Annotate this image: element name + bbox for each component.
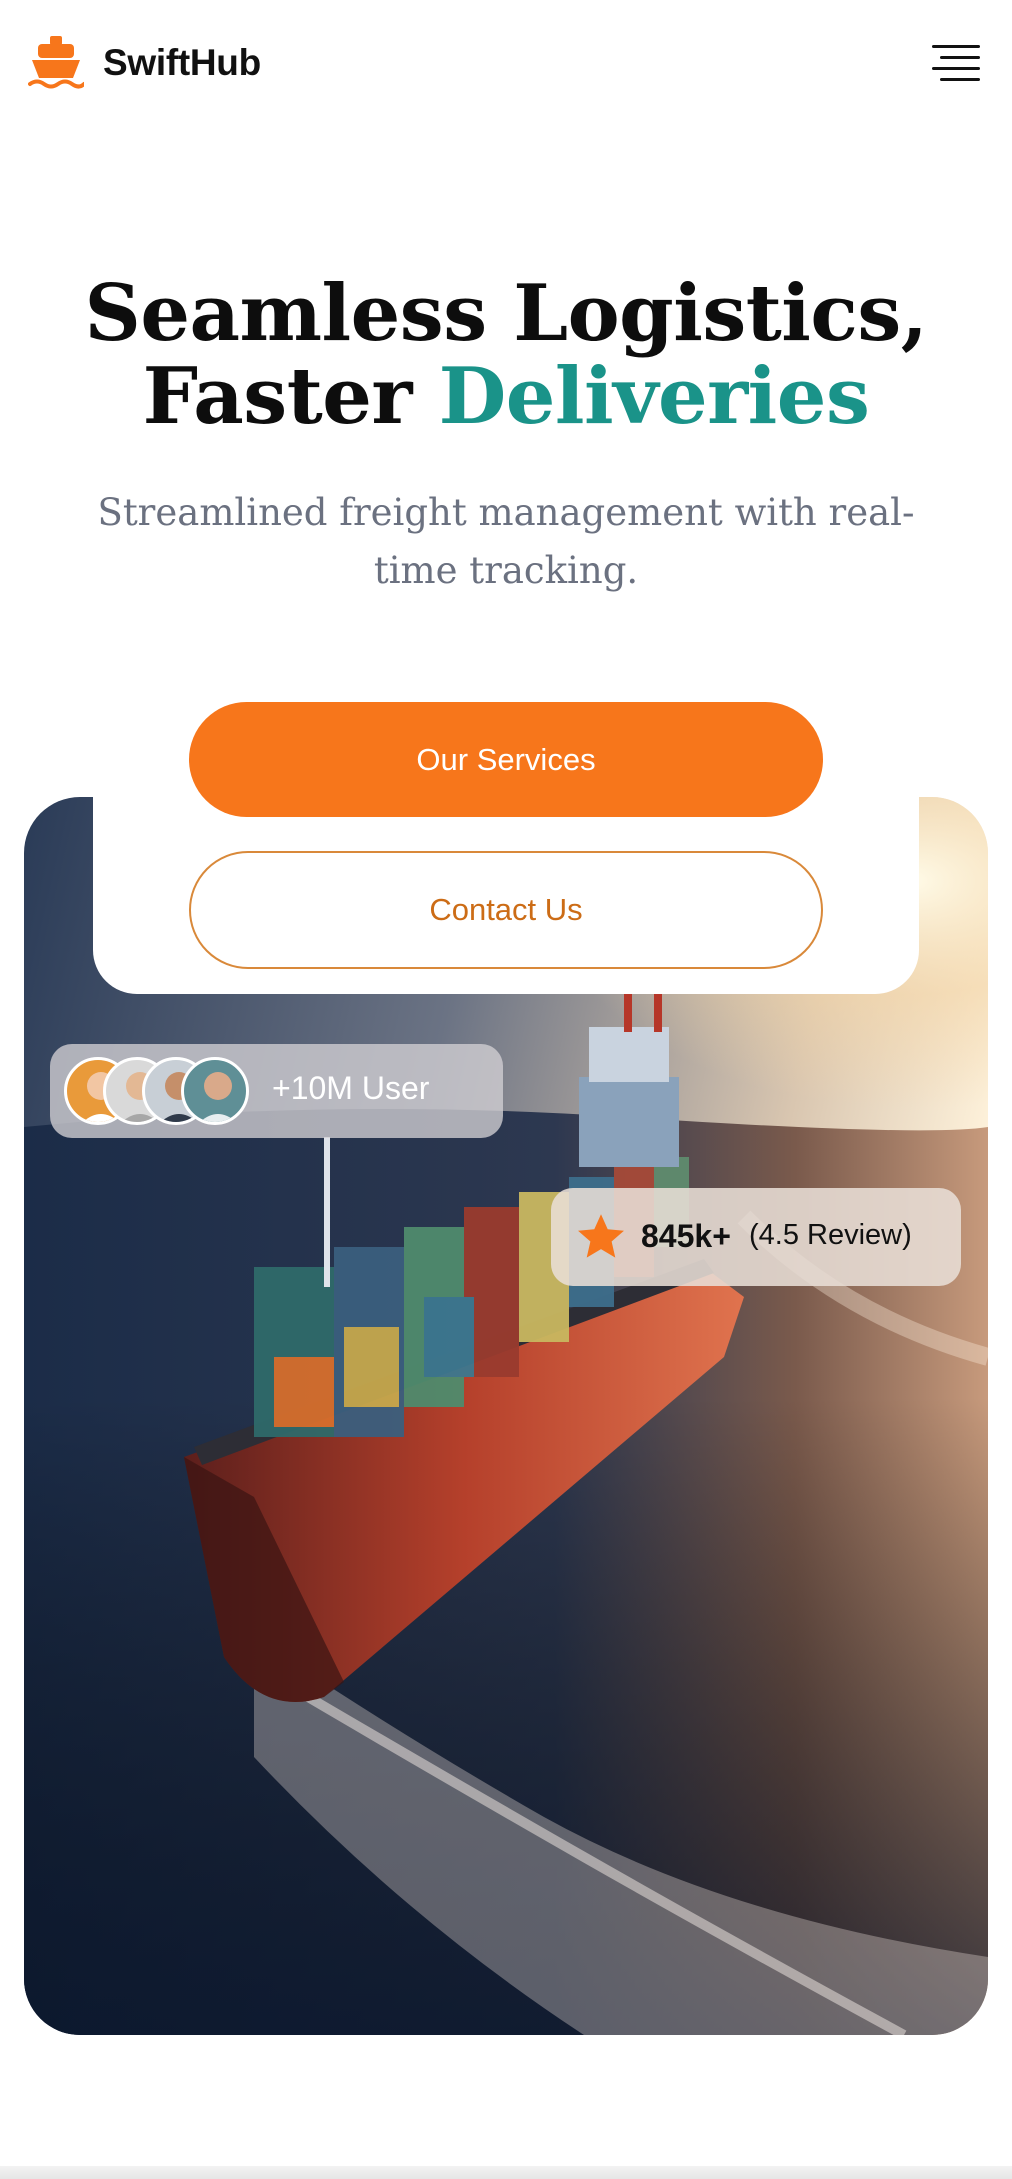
top-navigation: SwiftHub <box>0 0 1012 130</box>
users-badge: +10M User <box>50 1044 503 1138</box>
contact-us-button[interactable]: Contact Us <box>189 851 823 969</box>
reviews-count: 845k+ <box>641 1218 731 1254</box>
hero-title-plain: Faster <box>142 351 439 442</box>
rating-badge: 845k+ (4.5 Review) <box>551 1188 961 1286</box>
ship-icon[interactable] <box>28 34 86 94</box>
hero-title-line-1: Seamless Logistics, <box>84 268 928 359</box>
brand-name[interactable]: SwiftHub <box>103 42 261 84</box>
hero-title: Seamless Logistics, Faster Deliveries <box>0 272 1012 438</box>
hamburger-menu-icon[interactable] <box>930 42 980 86</box>
avatar <box>181 1057 249 1125</box>
reviews-rating: (4.5 Review) <box>749 1219 912 1251</box>
our-services-button[interactable]: Our Services <box>189 702 823 817</box>
hero-title-accent: Deliveries <box>438 351 870 442</box>
hero-subtitle: Streamlined freight management with real… <box>97 491 915 592</box>
star-icon <box>575 1211 627 1263</box>
hero-title-line-2: Faster Deliveries <box>0 355 1012 438</box>
users-count-label: +10M User <box>272 1070 430 1106</box>
bottom-edge <box>0 2166 1012 2179</box>
